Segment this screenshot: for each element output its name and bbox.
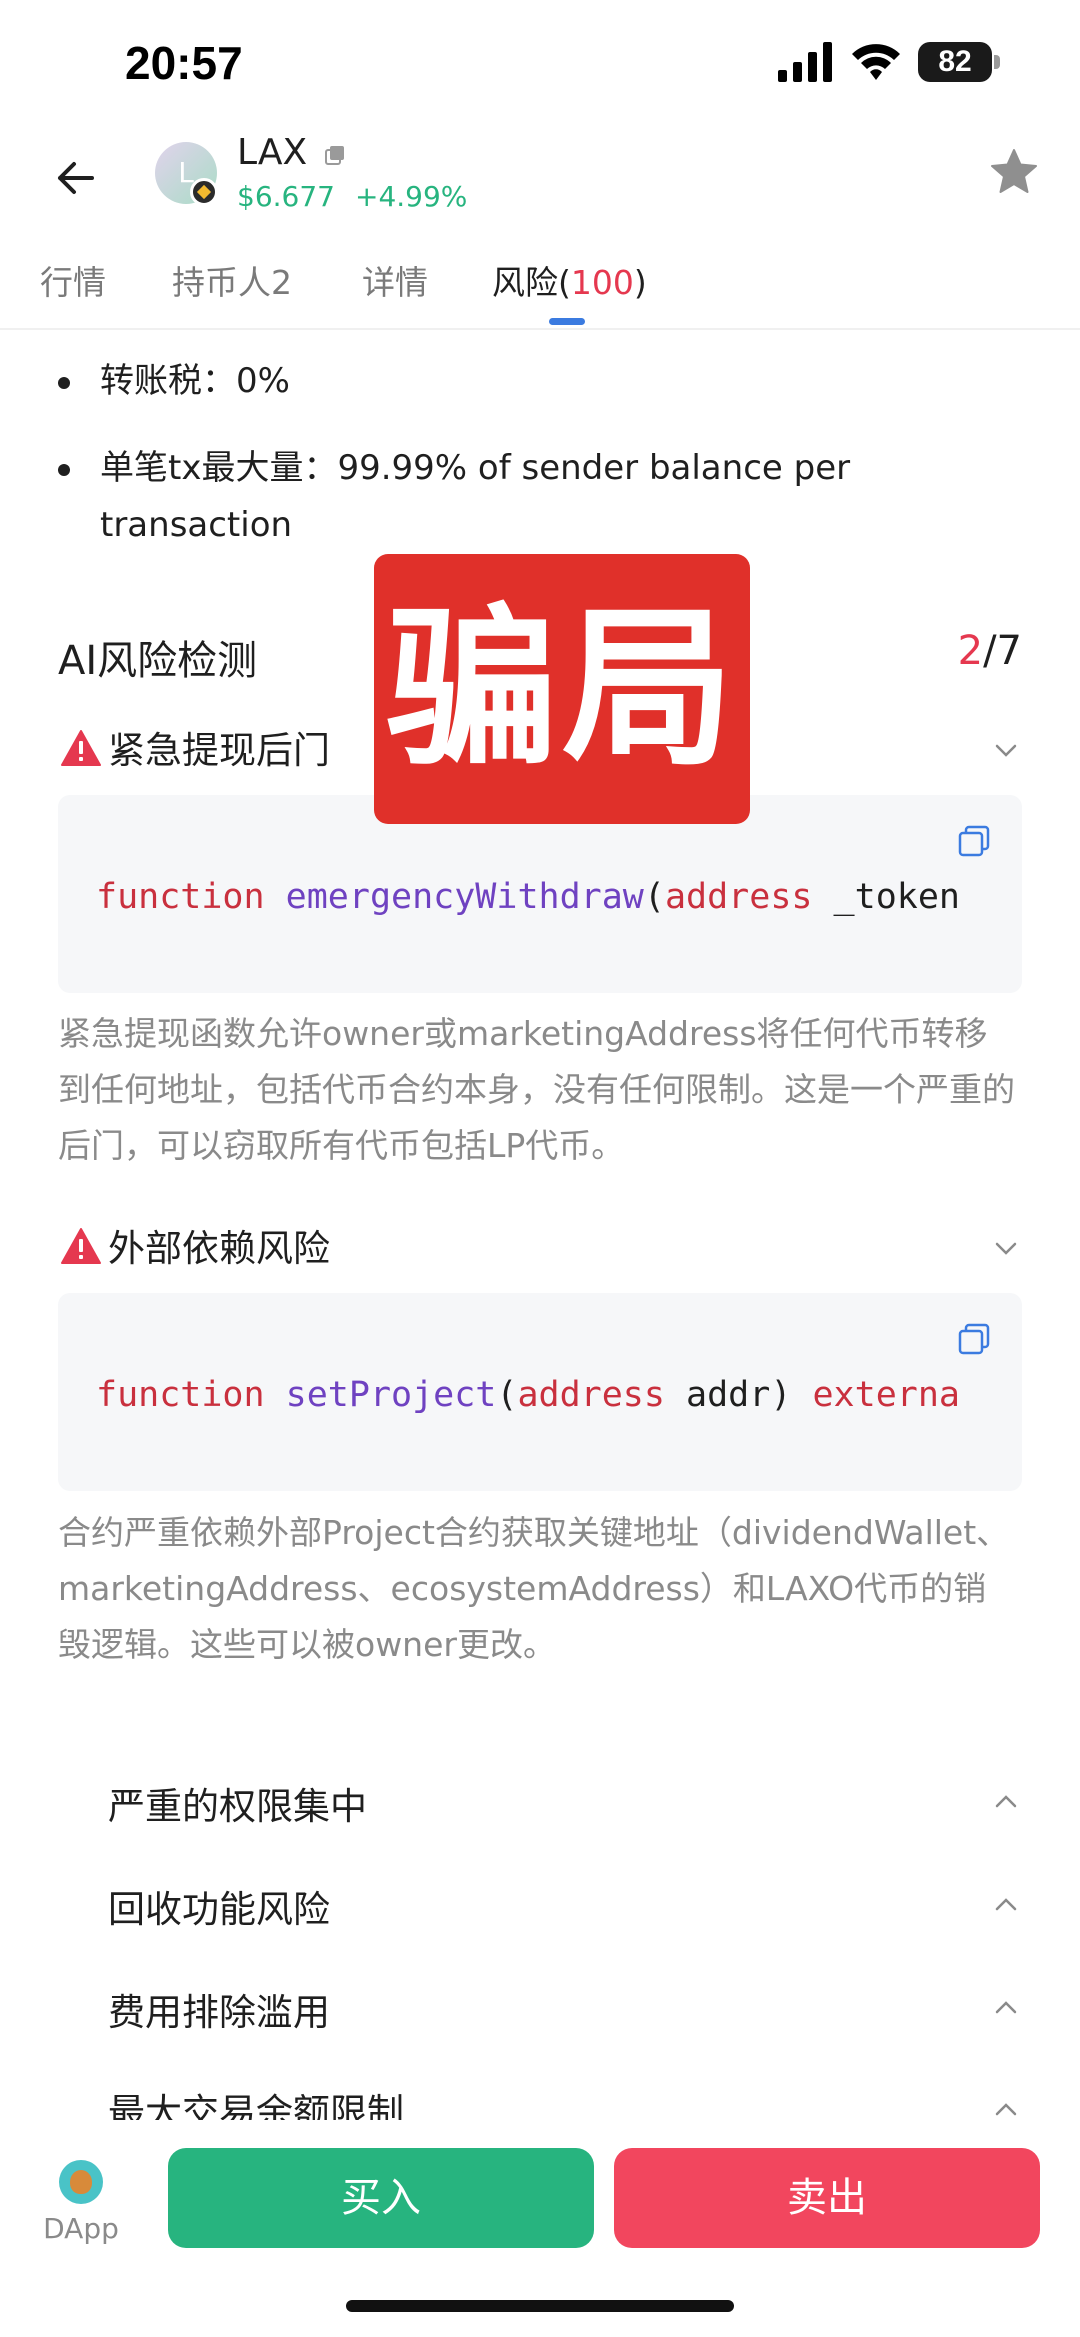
favorite-star-icon[interactable] — [988, 146, 1040, 198]
chevron-up-icon[interactable] — [990, 1786, 1022, 1818]
risk-item-emergency-withdraw[interactable]: 紧急提现后门 — [60, 720, 330, 774]
pancakeswap-bunny-icon — [59, 2160, 103, 2204]
sell-button[interactable]: 卖出 — [614, 2148, 1040, 2248]
back-arrow-icon[interactable] — [48, 150, 104, 206]
risk-description-2: 合约严重依赖外部Project合约获取关键地址（dividendWallet、m… — [58, 1513, 1010, 1664]
cellular-signal-icon — [778, 42, 832, 82]
tab-risk[interactable]: 风险(100) — [492, 256, 647, 304]
token-header: L LAX $6.677 +4.99% — [0, 130, 1080, 250]
wifi-icon — [852, 44, 900, 80]
dapp-button[interactable]: DApp — [36, 2160, 126, 2245]
copy-code-icon[interactable] — [956, 1321, 992, 1357]
risk-item-reclaim-function[interactable]: 回收功能风险 — [108, 1879, 330, 1933]
chevron-down-icon[interactable] — [990, 1232, 1022, 1264]
chevron-up-icon[interactable] — [990, 1992, 1022, 2024]
status-bar: 20:57 82 — [0, 0, 1080, 130]
code-snippet-2: function setProject(address addr) extern… — [58, 1293, 1022, 1491]
token-change: +4.99% — [355, 180, 468, 213]
buy-button[interactable]: 买入 — [168, 2148, 594, 2248]
tab-bar: 行情 持币人2 详情 风险(100) — [0, 250, 1080, 330]
scam-stamp: 骗局 — [374, 554, 750, 824]
tab-details[interactable]: 详情 — [362, 256, 428, 304]
status-time: 20:57 — [125, 37, 243, 89]
chevron-down-icon[interactable] — [990, 734, 1022, 766]
chevron-up-icon[interactable] — [990, 1889, 1022, 1921]
tab-market[interactable]: 行情 — [40, 256, 106, 304]
bnb-chain-icon — [190, 178, 218, 206]
warning-icon — [61, 730, 101, 766]
code-line: function setProject(address addr) extern… — [96, 1375, 960, 1415]
tab-holders[interactable]: 持币人2 — [172, 256, 292, 304]
risk-description-1: 紧急提现函数允许owner或marketingAddress将任何代币转移到任何… — [58, 1014, 1015, 1165]
battery-icon: 82 — [918, 42, 1000, 82]
risk-item-permission-concentration[interactable]: 严重的权限集中 — [108, 1776, 367, 1830]
warning-icon — [61, 1228, 101, 1264]
risk-page-indicator: 2/7 — [957, 628, 1022, 674]
ai-risk-title: AI风险检测 — [58, 638, 258, 684]
token-name: LAX — [237, 132, 308, 173]
transfer-tax-item: 转账税：0% — [58, 353, 1000, 410]
dapp-label: DApp — [43, 2212, 119, 2245]
code-line: function emergencyWithdraw(address _toke… — [96, 877, 960, 917]
max-tx-item: 单笔tx最大量：99.99% of sender balance per tran… — [58, 440, 1000, 554]
tab-active-indicator — [549, 318, 585, 325]
risk-item-external-dependency[interactable]: 外部依赖风险 — [60, 1218, 330, 1272]
code-snippet-1: function emergencyWithdraw(address _toke… — [58, 795, 1022, 993]
battery-level: 82 — [918, 42, 992, 82]
home-indicator — [346, 2300, 734, 2312]
risk-count: 100 — [570, 263, 634, 302]
copy-icon[interactable] — [324, 144, 346, 166]
token-price: $6.677 — [237, 180, 335, 213]
copy-code-icon[interactable] — [956, 823, 992, 859]
risk-item-fee-exclusion[interactable]: 费用排除滥用 — [108, 1982, 330, 2036]
